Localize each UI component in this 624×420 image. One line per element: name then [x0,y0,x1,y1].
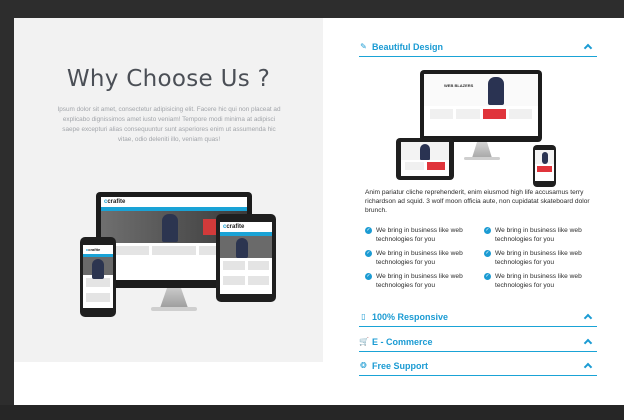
accordion-ecommerce[interactable]: 🛒 E - Commerce [359,335,597,352]
preview-tablet-image [396,138,454,180]
phone-mockup-image: ccrafite [80,237,116,317]
preview-monitor-base [464,157,500,160]
accordion-label: 100% Responsive [372,312,449,322]
footer-bar [0,405,624,420]
chevron-up-icon [583,362,593,372]
preview-desktop-image: WEB BLAZERS [420,70,542,142]
intro-paragraph: Ipsum dolor sit amet, consectetur adipis… [57,106,281,143]
check-circle-icon: ✓ [484,273,491,280]
preview-headline: WEB BLAZERS [444,83,474,88]
check-circle-icon: ✓ [365,250,372,257]
chevron-up-icon [583,338,593,348]
preview-phone-image [533,145,556,187]
brush-icon: ✎ [360,42,367,51]
accordion-label: Beautiful Design [372,42,444,52]
check-circle-icon: ✓ [365,273,372,280]
cart-icon: 🛒 [359,337,369,346]
accordion-label: Free Support [372,361,429,371]
page-content: Why Choose Us ? Ipsum dolor sit amet, co… [14,18,624,405]
chevron-up-icon [583,313,593,323]
preview-monitor-stand [472,142,492,158]
lifebuoy-icon: ❂ [360,361,367,370]
accordion-free-support[interactable]: ❂ Free Support [359,359,597,376]
design-description: Anim pariatur cliche reprehenderit, enim… [365,189,590,214]
check-circle-icon: ✓ [484,227,491,234]
chevron-up-icon [583,43,593,53]
monitor-stand [160,288,188,308]
check-circle-icon: ✓ [365,227,372,234]
check-circle-icon: ✓ [484,250,491,257]
accordion-responsive[interactable]: ▯ 100% Responsive [359,310,597,327]
section-title: Why Choose Us ? [66,66,271,92]
mobile-icon: ▯ [361,312,366,321]
accordion-beautiful-design[interactable]: ✎ Beautiful Design [359,40,597,57]
why-choose-us-panel: Why Choose Us ? Ipsum dolor sit amet, co… [14,18,323,362]
tablet-mockup-image: ccrafite [216,214,276,302]
monitor-base [151,307,197,311]
site-logo: ccrafite [104,199,126,205]
accordion-label: E - Commerce [372,337,433,347]
